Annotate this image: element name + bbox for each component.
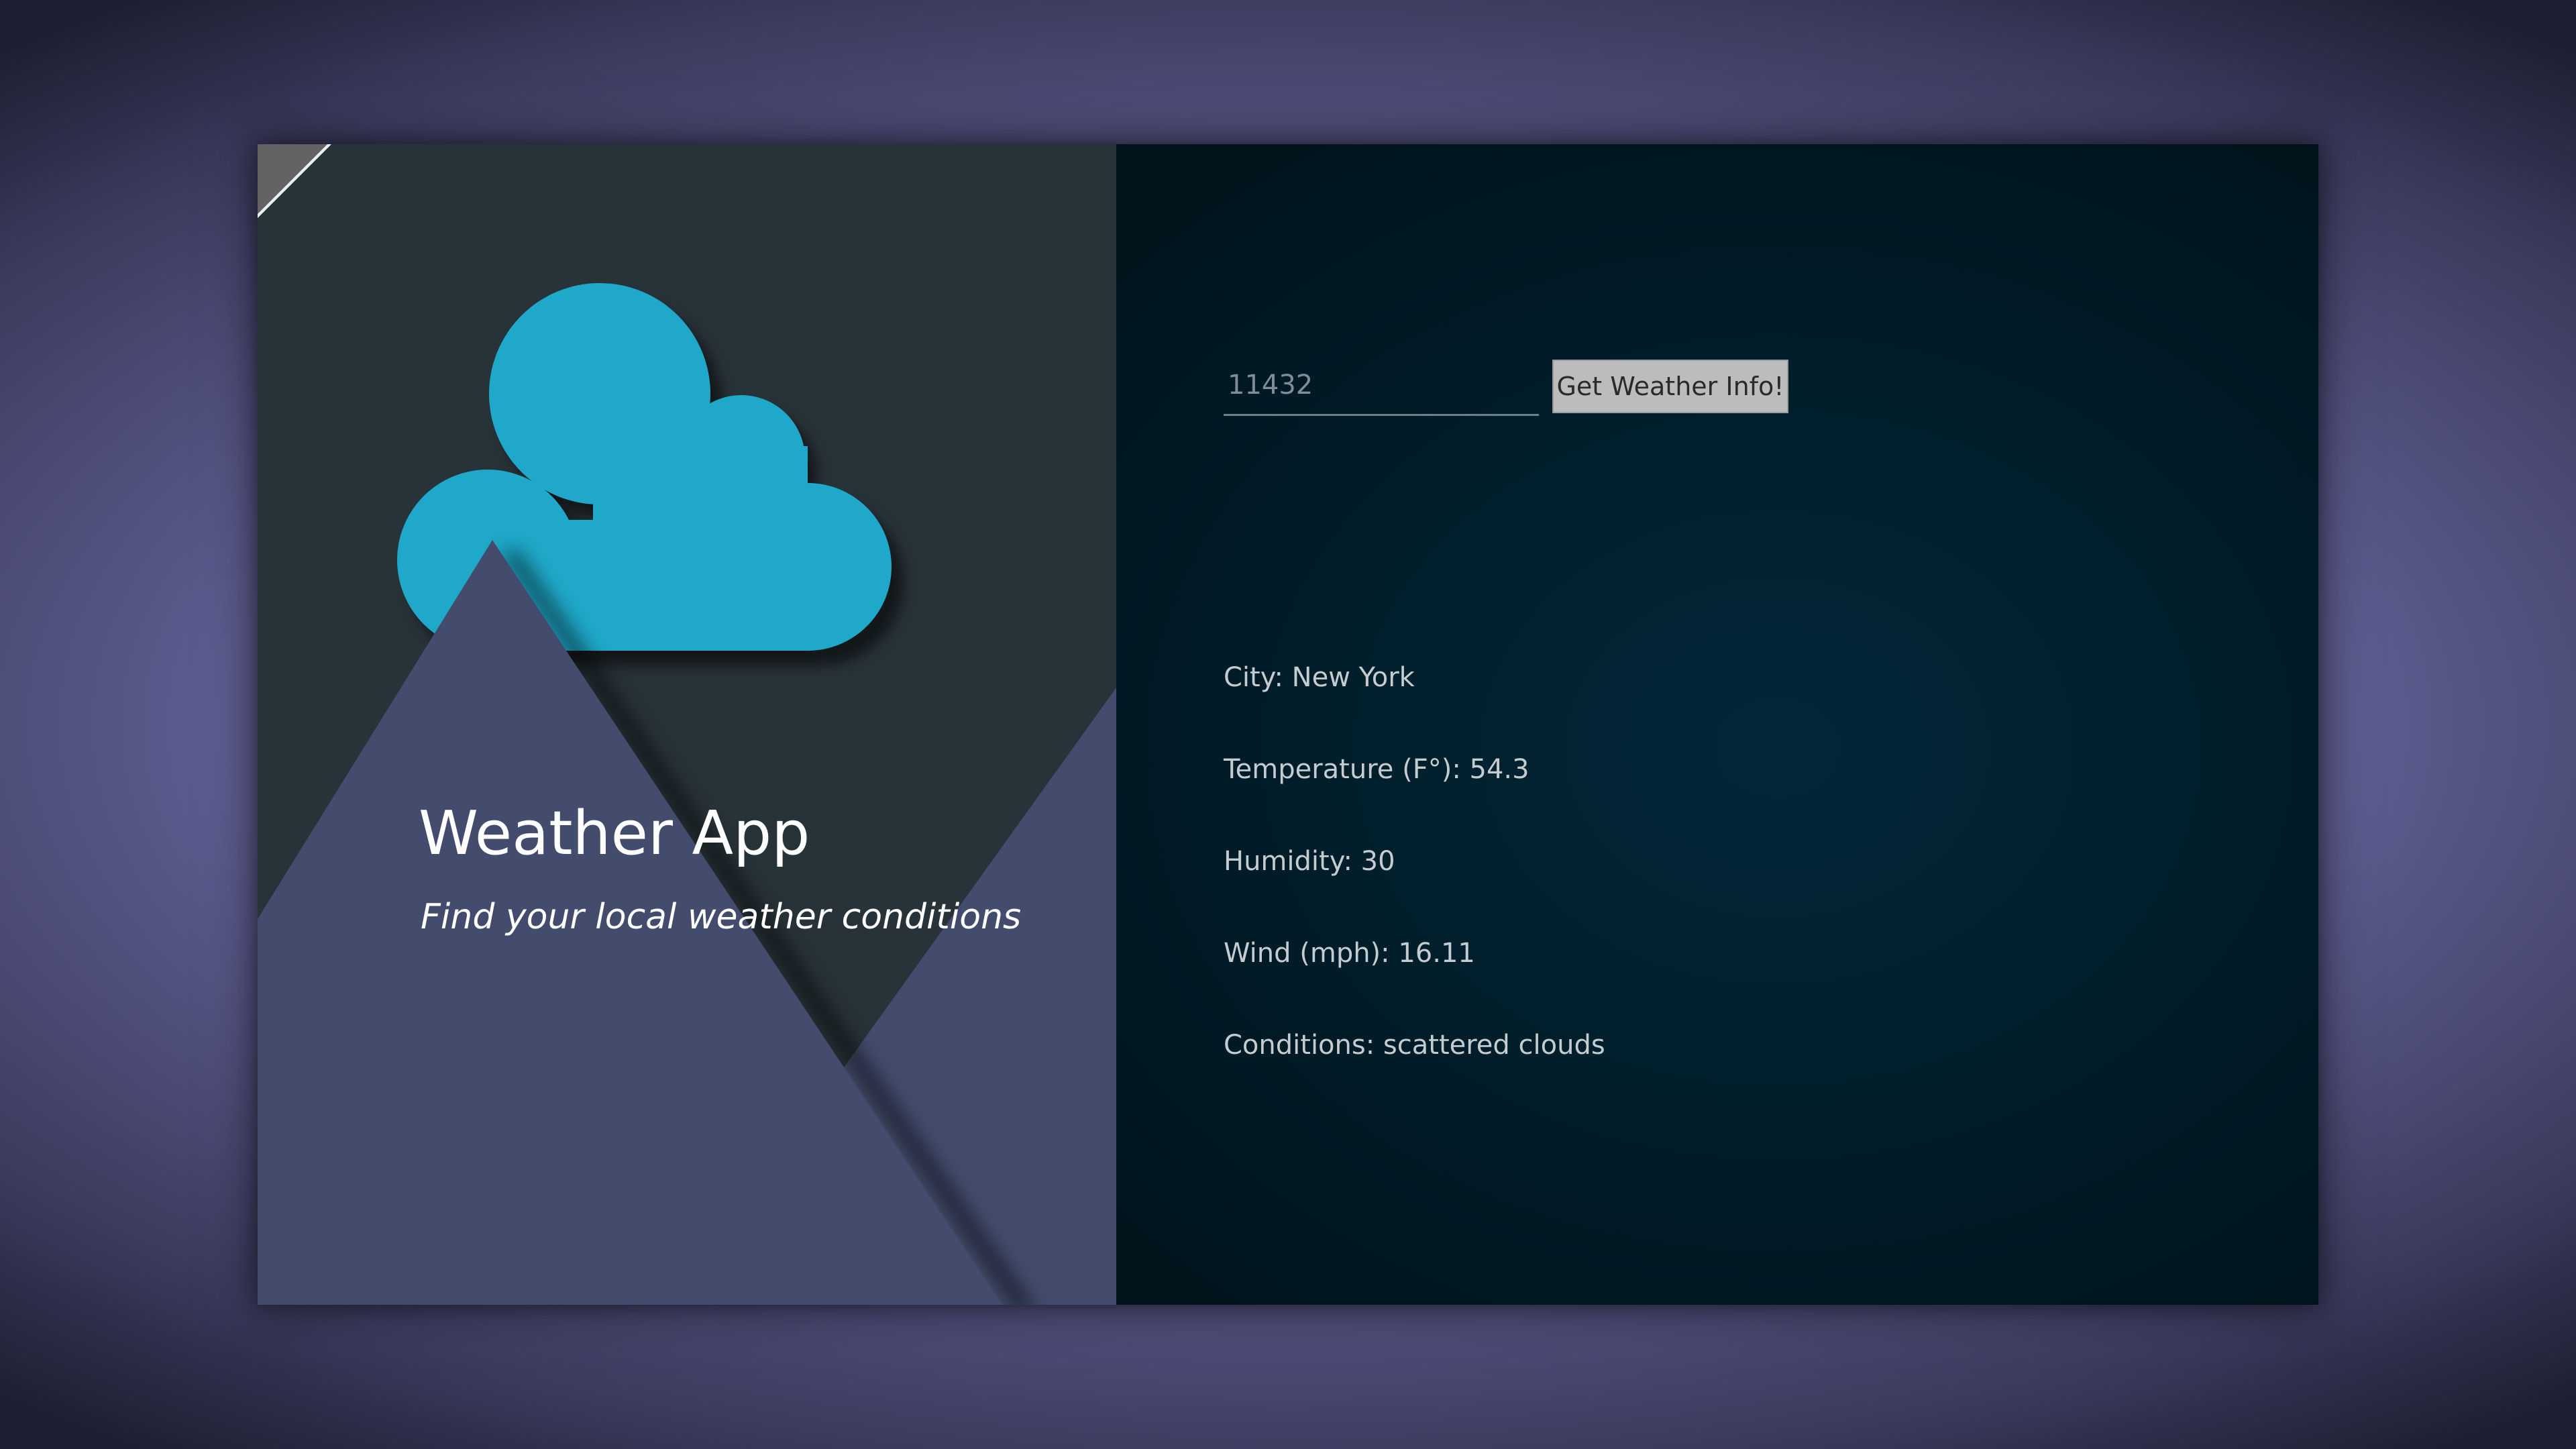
corner-fold-decoration (258, 144, 331, 218)
get-weather-button[interactable]: Get Weather Info! (1552, 360, 1788, 413)
mountain-illustration (258, 283, 1116, 1305)
weather-app-card: Weather App Find your local weather cond… (258, 144, 2318, 1305)
zip-code-input[interactable] (1224, 356, 1539, 416)
conditions-info: Conditions: scattered clouds (1224, 1030, 1605, 1061)
weather-panel: Get Weather Info! City: New York Tempera… (1116, 144, 2318, 1305)
wind-info: Wind (mph): 16.11 (1224, 938, 1475, 969)
humidity-info: Humidity: 30 (1224, 846, 1395, 877)
app-subtitle: Find your local weather conditions (421, 897, 1022, 937)
city-info: City: New York (1224, 662, 1415, 693)
weather-info-list: City: New York Temperature (F°): 54.3 Hu… (1224, 657, 1605, 1117)
temperature-info: Temperature (F°): 54.3 (1224, 754, 1529, 785)
app-title: Weather App (419, 798, 810, 869)
hero-panel: Weather App Find your local weather cond… (258, 144, 1116, 1305)
